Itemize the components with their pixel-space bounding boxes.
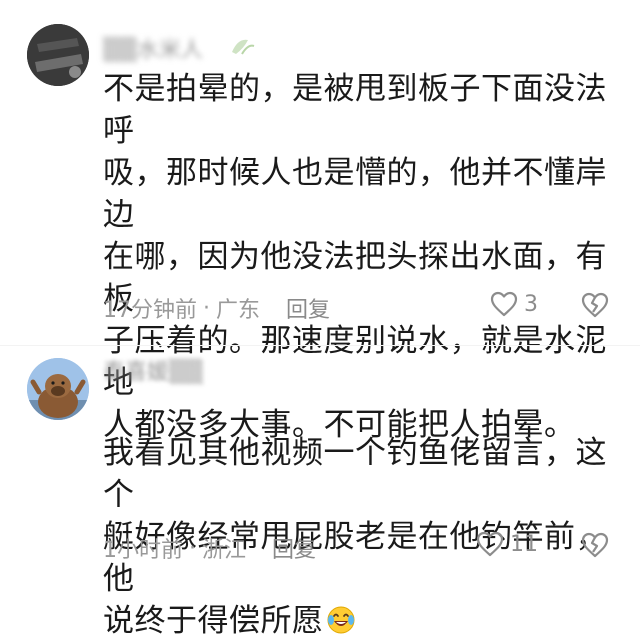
comment-time: 17分钟前 [103, 298, 197, 323]
heart-outline-icon [476, 531, 504, 557]
comment-text: 我看见其他视频一个钓鱼佬留言，这个 艇好像经常甩屁股老是在他钓竿前，他 说终于得… [103, 390, 623, 642]
avatar[interactable] [27, 24, 89, 86]
username[interactable]: 泰喜媛▒▒ [103, 354, 203, 386]
reply-button[interactable]: 回复 [272, 532, 316, 564]
like-button[interactable]: 3 [490, 291, 538, 317]
like-count: 3 [524, 291, 538, 317]
broken-heart-icon[interactable] [581, 532, 609, 558]
meta-separator: · [189, 535, 196, 561]
username[interactable]: ▒▒水米人 [103, 32, 203, 64]
decoration-icon [232, 39, 255, 55]
avatar[interactable] [27, 358, 89, 420]
comment-meta: 17分钟前 · 广东 回复 [103, 292, 330, 324]
comment-location: 广东 [216, 298, 261, 323]
like-button[interactable]: 11 [476, 531, 538, 557]
meta-separator: · [203, 295, 210, 321]
heart-outline-icon [490, 291, 518, 317]
reply-button[interactable]: 回复 [286, 292, 330, 324]
comment-time: 1小时前 [103, 538, 183, 563]
broken-heart-icon[interactable] [581, 292, 609, 318]
laughing-tears-emoji [327, 606, 354, 634]
like-count: 11 [510, 531, 538, 557]
comment-item: 泰喜媛▒▒ 我看见其他视频一个钓鱼佬留言，这个 艇好像经常甩屁股老是在他钓竿前，… [0, 346, 640, 639]
comment-meta: 1小时前 · 浙江 回复 [103, 532, 316, 564]
comment-location: 浙江 [202, 538, 247, 563]
comment-item: ▒▒水米人 不是拍晕的，是被甩到板子下面没法呼 吸，那时候人也是懵的，他并不懂岸… [0, 0, 640, 443]
